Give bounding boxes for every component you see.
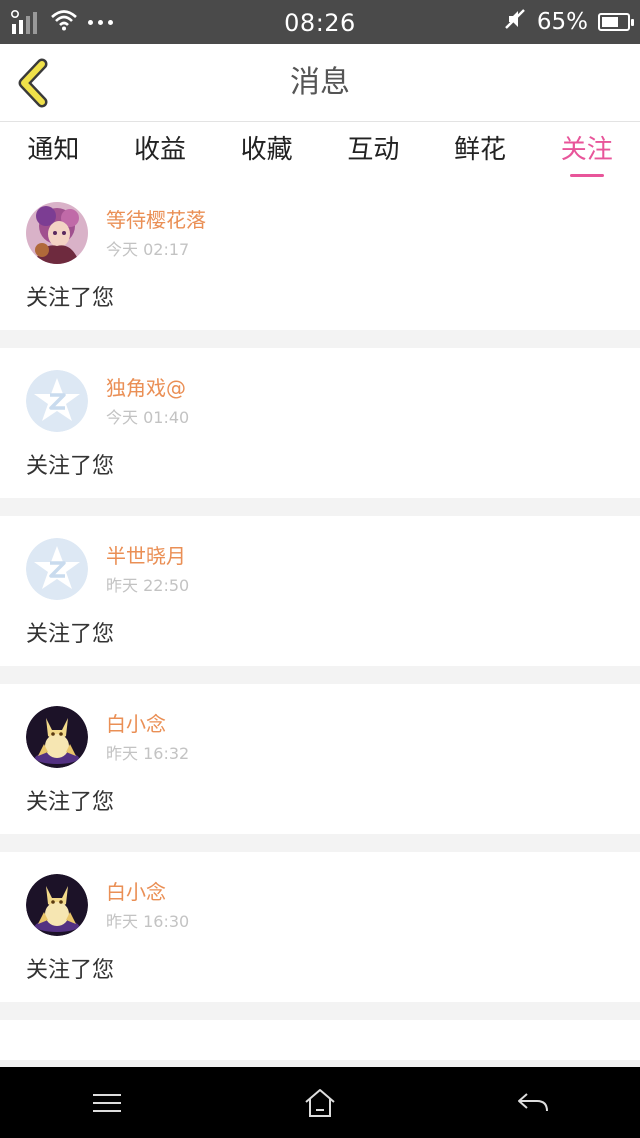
timestamp: 昨天 22:50 bbox=[106, 576, 190, 595]
default-star-avatar[interactable] bbox=[26, 370, 88, 432]
list-item-partial[interactable] bbox=[0, 1020, 640, 1060]
list-item[interactable]: 白小念 昨天 16:30 关注了您 bbox=[0, 852, 640, 1002]
back-arrow-icon bbox=[518, 1092, 549, 1111]
menu-button[interactable] bbox=[77, 1078, 137, 1128]
menu-icon bbox=[92, 1093, 121, 1112]
header: 消息 bbox=[0, 44, 640, 122]
home-button[interactable] bbox=[290, 1078, 350, 1128]
battery-percent: 65% bbox=[536, 9, 588, 35]
user-name[interactable]: 白小念 bbox=[106, 876, 166, 905]
home-icon bbox=[305, 1088, 335, 1117]
tab-flowers[interactable]: 鲜花 bbox=[427, 122, 534, 180]
message-text: 关注了您 bbox=[26, 286, 115, 311]
tab-follow[interactable]: 关注 bbox=[533, 122, 640, 180]
list-item[interactable]: 独角戏@ 今天 01:40 关注了您 bbox=[0, 348, 640, 498]
tab-earnings[interactable]: 收益 bbox=[107, 122, 214, 180]
timestamp: 今天 01:40 bbox=[106, 408, 190, 427]
list-item[interactable]: 半世晓月 昨天 22:50 关注了您 bbox=[0, 516, 640, 666]
tab-favorites[interactable]: 收藏 bbox=[213, 122, 320, 180]
list-item[interactable]: 等待樱花落 今天 02:17 关注了您 bbox=[0, 180, 640, 330]
battery-icon bbox=[598, 13, 634, 31]
nav-bar bbox=[0, 1067, 640, 1138]
timestamp: 今天 02:17 bbox=[106, 240, 190, 259]
default-star-avatar[interactable] bbox=[26, 538, 88, 600]
message-text: 关注了您 bbox=[26, 790, 115, 815]
anime-girl-avatar[interactable] bbox=[26, 202, 88, 264]
tab-interaction[interactable]: 互动 bbox=[320, 122, 427, 180]
mute-icon bbox=[503, 7, 527, 37]
user-name[interactable]: 白小念 bbox=[106, 708, 166, 737]
message-text: 关注了您 bbox=[26, 622, 115, 647]
timestamp: 昨天 16:30 bbox=[106, 912, 190, 931]
page-title: 消息 bbox=[290, 65, 350, 100]
user-name[interactable]: 等待樱花落 bbox=[106, 204, 206, 233]
notification-list: 等待樱花落 今天 02:17 关注了您 独角戏@ 今天 01:40 关注了您 半… bbox=[0, 180, 640, 1078]
user-name[interactable]: 独角戏@ bbox=[106, 372, 186, 401]
user-name[interactable]: 半世晓月 bbox=[106, 540, 186, 569]
message-text: 关注了您 bbox=[26, 454, 115, 479]
message-text: 关注了您 bbox=[26, 958, 115, 983]
gold-fox-avatar[interactable] bbox=[26, 706, 88, 768]
gold-fox-avatar[interactable] bbox=[26, 874, 88, 936]
timestamp: 昨天 16:32 bbox=[106, 744, 190, 763]
list-item[interactable]: 白小念 昨天 16:32 关注了您 bbox=[0, 684, 640, 834]
tab-notice[interactable]: 通知 bbox=[0, 122, 107, 180]
tab-bar: 通知 收益 收藏 互动 鲜花 关注 bbox=[0, 122, 640, 180]
system-back-button[interactable] bbox=[503, 1078, 563, 1128]
status-right: 65% bbox=[503, 7, 634, 37]
status-bar: 08:26 65% bbox=[0, 0, 640, 44]
